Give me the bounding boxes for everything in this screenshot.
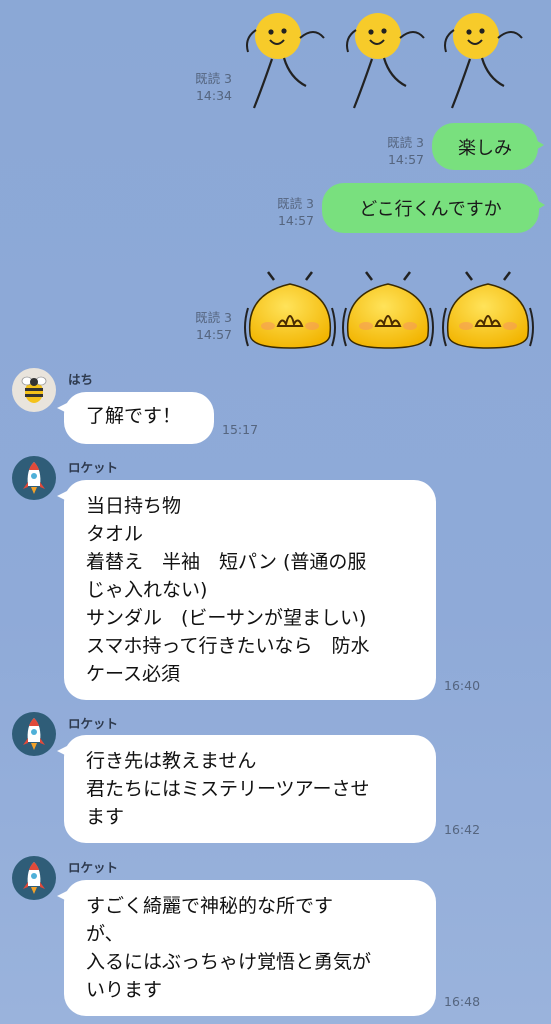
message-line: ます — [86, 806, 125, 828]
incoming-message-bubble[interactable]: 了解です！ — [57, 392, 214, 444]
sender-name: ロケット — [68, 860, 119, 875]
message-line: いります — [86, 979, 163, 1001]
incoming-message-bubble[interactable]: 行き先は教えません 君たちにはミステリーツアーさせ ます — [57, 735, 436, 843]
running-chick-sticker[interactable] — [246, 8, 546, 122]
message-line: 当日持ち物 — [86, 495, 182, 517]
read-receipt: 既読 3 14:57 — [195, 310, 232, 342]
outgoing-message-bubble[interactable]: どこ行くんですか — [322, 183, 545, 233]
message-line: ケース必須 — [86, 663, 181, 685]
message-time: 15:17 — [222, 422, 259, 437]
sender-name: ロケット — [68, 460, 119, 475]
read-receipt: 既読 3 14:57 — [387, 135, 424, 167]
incoming-message-bubble[interactable]: 当日持ち物 タオル 着替え 半袖 短パン (普通の服 じゃ入れない) サンダル … — [57, 480, 436, 700]
message-time: 16:42 — [444, 822, 481, 837]
bee-blob-sticker[interactable] — [244, 268, 544, 358]
read-receipt: 既読 3 14:57 — [277, 196, 314, 228]
sender-name: はち — [68, 372, 94, 387]
message-line: 着替え 半袖 短パン (普通の服 — [86, 551, 367, 573]
rocket-icon — [23, 718, 45, 750]
message-line: じゃ入れない) — [86, 579, 208, 601]
message-line: 入るにはぶっちゃけ覚悟と勇気が — [86, 951, 372, 973]
message-line: 行き先は教えません — [86, 750, 257, 772]
outgoing-message-bubble[interactable]: 楽しみ — [432, 123, 544, 170]
avatar-rocket[interactable] — [12, 712, 56, 756]
incoming-message-bubble[interactable]: すごく綺麗で神秘的な所です が、 入るにはぶっちゃけ覚悟と勇気が いります — [57, 880, 436, 1016]
message-line: スマホ持って行きたいなら 防水 — [86, 635, 370, 657]
message-text: 了解です！ — [86, 405, 182, 427]
sender-name: ロケット — [68, 716, 119, 731]
message-line: すごく綺麗で神秘的な所です — [86, 895, 334, 917]
rocket-icon — [23, 862, 45, 894]
read-receipt: 既読 3 14:34 — [195, 71, 232, 103]
avatar-hachi[interactable] — [12, 368, 56, 412]
message-line: タオル — [86, 523, 144, 545]
message-time: 16:48 — [444, 994, 481, 1009]
message-line: サンダル (ビーサンが望ましい) — [86, 607, 367, 629]
bee-icon — [21, 376, 47, 403]
message-line: 君たちにはミステリーツアーさせ — [86, 778, 370, 800]
message-time: 16:40 — [444, 678, 481, 693]
avatar-rocket[interactable] — [12, 456, 56, 500]
rocket-icon — [23, 462, 45, 494]
message-line: が、 — [86, 923, 124, 945]
avatar-rocket[interactable] — [12, 856, 56, 900]
